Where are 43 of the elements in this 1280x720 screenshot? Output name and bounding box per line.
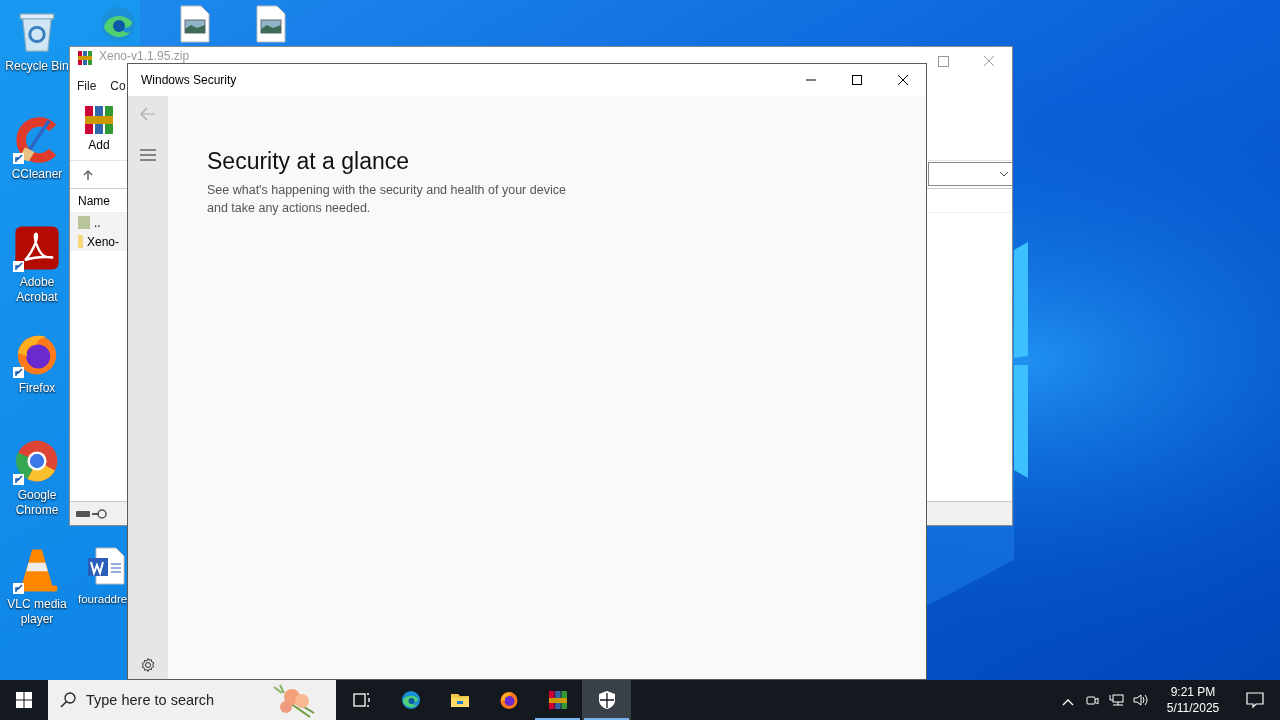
window-title: Xeno-v1.1.95.zip bbox=[99, 50, 190, 63]
clock-date[interactable]: 5/11/2025 bbox=[1166, 700, 1220, 716]
page-heading: Security at a glance bbox=[207, 147, 410, 176]
running-indicator bbox=[584, 718, 629, 720]
archive-icon bbox=[546, 690, 569, 710]
file-row[interactable]: Xeno- bbox=[70, 232, 127, 251]
running-indicator bbox=[535, 718, 580, 720]
settings-icon[interactable] bbox=[140, 657, 156, 673]
taskbar-button[interactable] bbox=[582, 680, 631, 720]
icon-label: CCleaner bbox=[10, 167, 64, 182]
word-document-icon[interactable] bbox=[86, 546, 126, 586]
task-view-icon bbox=[350, 690, 373, 710]
folder-icon bbox=[78, 235, 83, 248]
menu-item[interactable]: Co bbox=[110, 76, 126, 95]
edge-icon bbox=[399, 690, 422, 710]
add-button[interactable]: Add bbox=[82, 104, 116, 154]
icon-label: VLC media player bbox=[6, 597, 68, 627]
parent-folder-icon bbox=[78, 216, 90, 229]
menu-item[interactable]: File bbox=[77, 76, 97, 95]
window-title: Windows Security bbox=[141, 72, 237, 89]
archive-icon bbox=[77, 50, 93, 66]
pdf-document-icon[interactable] bbox=[13, 224, 61, 272]
icon-label: Adobe Acrobat bbox=[15, 275, 59, 305]
column-header[interactable]: Name bbox=[78, 191, 110, 210]
edge-icon[interactable] bbox=[98, 4, 138, 44]
speaker-icon[interactable] bbox=[1132, 692, 1148, 708]
chevron-down-icon bbox=[999, 171, 1009, 177]
icon-label: Recycle Bin bbox=[4, 59, 70, 74]
clock-time[interactable]: 9:21 PM bbox=[1170, 684, 1216, 700]
search-icon bbox=[60, 692, 76, 708]
file-row[interactable]: .. bbox=[70, 213, 127, 232]
address-field[interactable] bbox=[928, 162, 1013, 186]
search-field[interactable]: Type here to search bbox=[48, 680, 336, 720]
drive-icon bbox=[76, 508, 110, 519]
icon-label: Google Chrome bbox=[14, 488, 60, 518]
up-arrow-icon[interactable] bbox=[82, 168, 94, 181]
description-text: See what's happening with the security and health of your device and take any actions needed. bbox=[207, 182, 567, 217]
icon-label: fouraddre bbox=[78, 592, 128, 607]
icon-label: Firefox bbox=[17, 381, 57, 396]
network-icon[interactable] bbox=[1108, 692, 1124, 708]
notification-icon[interactable] bbox=[1245, 690, 1265, 710]
menu-icon[interactable] bbox=[140, 149, 156, 161]
windows-logo-icon bbox=[16, 692, 32, 708]
